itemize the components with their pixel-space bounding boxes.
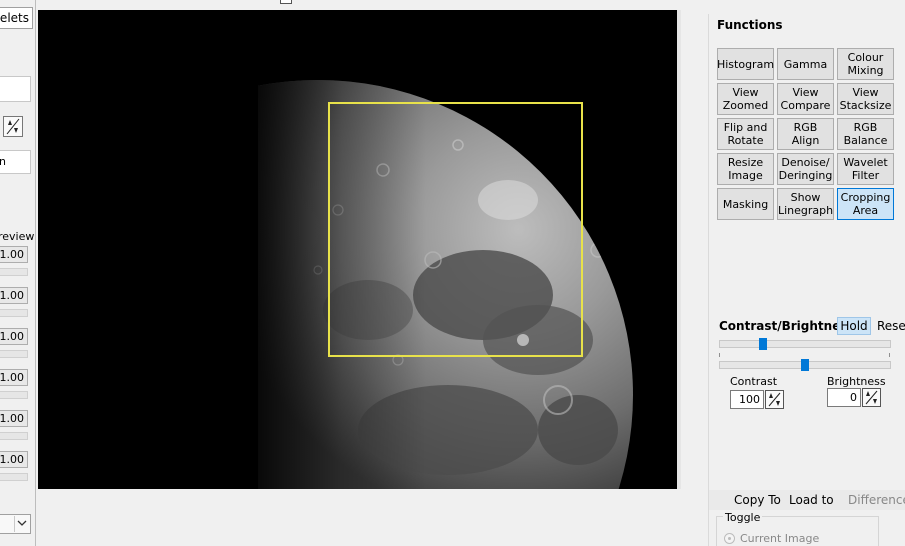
right-panel: Functions Histogram Gamma Colour Mixing … bbox=[708, 14, 905, 546]
slider-tick bbox=[719, 353, 720, 357]
masking-button[interactable]: Masking bbox=[717, 188, 774, 220]
copy-load-row: Copy To Load to Difference bbox=[709, 490, 905, 510]
chevron-down-icon bbox=[14, 516, 29, 532]
brightness-updown-icon[interactable] bbox=[862, 388, 881, 407]
view-zoomed-button[interactable]: View Zoomed bbox=[717, 83, 774, 115]
brightness-value-input[interactable]: 0 bbox=[827, 388, 861, 407]
show-linegraph-button[interactable]: Show Linegraph bbox=[777, 188, 834, 220]
functions-title: Functions bbox=[717, 18, 783, 32]
left-input-box[interactable] bbox=[0, 76, 31, 102]
level-slider-5[interactable] bbox=[0, 432, 28, 440]
difference-button[interactable]: Difference bbox=[848, 493, 905, 507]
view-compare-button[interactable]: View Compare bbox=[777, 83, 834, 115]
level-slider-4[interactable] bbox=[0, 391, 28, 399]
functions-grid: Histogram Gamma Colour Mixing View Zoome… bbox=[717, 48, 894, 220]
level-slider-6[interactable] bbox=[0, 473, 28, 481]
left-panel: velets n review 1.00 1.00 1.00 1.00 1.00… bbox=[0, 0, 36, 546]
contrast-label: Contrast bbox=[730, 375, 778, 388]
histogram-button[interactable]: Histogram bbox=[717, 48, 774, 80]
contrast-brightness-title: Contrast/Brightness bbox=[719, 319, 855, 333]
current-image-radio[interactable] bbox=[724, 533, 735, 544]
level-slider-3[interactable] bbox=[0, 350, 28, 358]
cropping-area-rectangle[interactable] bbox=[328, 102, 583, 357]
copy-to-button[interactable]: Copy To bbox=[734, 493, 781, 507]
flip-and-rotate-button[interactable]: Flip and Rotate bbox=[717, 118, 774, 150]
rgb-align-button[interactable]: RGB Align bbox=[777, 118, 834, 150]
image-scroll-gutter bbox=[677, 10, 681, 489]
wavelet-filter-button[interactable]: Wavelet Filter bbox=[837, 153, 894, 185]
left-updown-button[interactable] bbox=[3, 116, 23, 137]
left-combo-box[interactable] bbox=[0, 514, 31, 534]
level-value-2[interactable]: 1.00 bbox=[0, 287, 28, 304]
top-checkbox[interactable] bbox=[280, 0, 292, 4]
colour-mixing-button[interactable]: Colour Mixing bbox=[837, 48, 894, 80]
toggle-label: Toggle bbox=[723, 511, 763, 524]
left-label-n: n bbox=[0, 155, 6, 168]
contrast-slider-thumb[interactable] bbox=[759, 338, 767, 350]
reset-button[interactable]: Reset bbox=[877, 319, 905, 333]
contrast-value-input[interactable]: 100 bbox=[730, 390, 764, 409]
load-to-button[interactable]: Load to bbox=[789, 493, 834, 507]
level-value-5[interactable]: 1.00 bbox=[0, 410, 28, 427]
hold-button[interactable]: Hold bbox=[837, 317, 871, 335]
contrast-updown-icon[interactable] bbox=[765, 390, 784, 409]
view-stacksize-button[interactable]: View Stacksize bbox=[837, 83, 894, 115]
contrast-brightness-header: Contrast/Brightness Hold Reset bbox=[709, 316, 905, 336]
level-slider-2[interactable] bbox=[0, 309, 28, 317]
tab-wavelets[interactable]: velets bbox=[0, 7, 33, 29]
brightness-slider-thumb[interactable] bbox=[801, 359, 809, 371]
preview-label: review bbox=[0, 230, 35, 243]
current-image-label: Current Image bbox=[740, 532, 820, 545]
rgb-balance-button[interactable]: RGB Balance bbox=[837, 118, 894, 150]
cropping-area-button[interactable]: Cropping Area bbox=[837, 188, 894, 220]
denoise-deringing-button[interactable]: Denoise/ Deringing bbox=[777, 153, 834, 185]
contrast-slider-track[interactable] bbox=[719, 340, 891, 348]
toggle-group: Toggle Current Image bbox=[716, 511, 879, 546]
gamma-button[interactable]: Gamma bbox=[777, 48, 834, 80]
brightness-label: Brightness bbox=[827, 375, 886, 388]
level-slider-1[interactable] bbox=[0, 268, 28, 276]
level-value-6[interactable]: 1.00 bbox=[0, 451, 28, 468]
resize-image-button[interactable]: Resize Image bbox=[717, 153, 774, 185]
slider-tick bbox=[889, 353, 890, 357]
level-value-1[interactable]: 1.00 bbox=[0, 246, 28, 263]
lower-empty-area bbox=[38, 489, 681, 546]
level-value-3[interactable]: 1.00 bbox=[0, 328, 28, 345]
left-option-box[interactable]: n bbox=[0, 150, 31, 174]
image-canvas[interactable] bbox=[38, 10, 677, 489]
level-value-4[interactable]: 1.00 bbox=[0, 369, 28, 386]
